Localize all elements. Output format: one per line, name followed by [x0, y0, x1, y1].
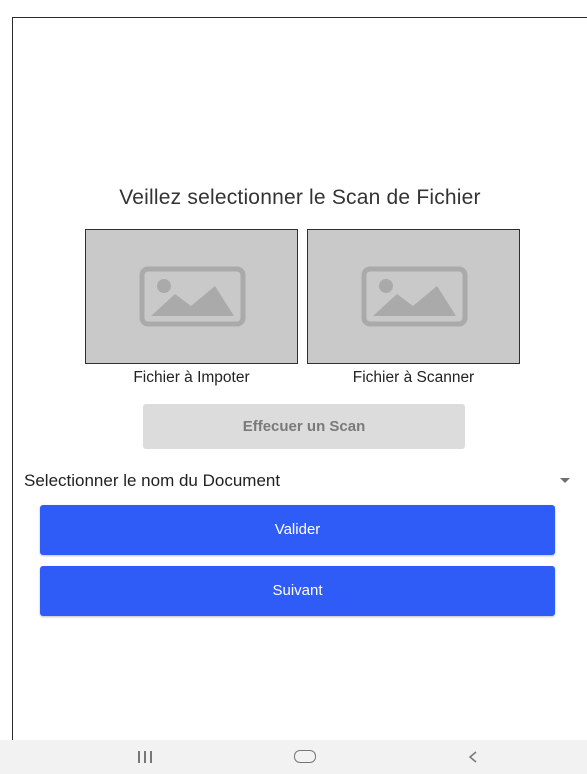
- document-name-select[interactable]: Selectionner le nom du Document: [24, 469, 574, 493]
- scan-file-tile[interactable]: [307, 229, 520, 364]
- frame-border-top: [12, 17, 587, 18]
- app-screen: Veillez selectionner le Scan de Fichier …: [0, 0, 587, 774]
- back-icon[interactable]: [465, 749, 481, 765]
- home-icon[interactable]: [294, 750, 316, 763]
- import-file-tile[interactable]: [85, 229, 298, 364]
- dropdown-arrow-icon: [560, 478, 570, 483]
- import-file-label: Fichier à Impoter: [133, 369, 250, 386]
- scan-file-label: Fichier à Scanner: [352, 369, 475, 386]
- document-name-select-value: Selectionner le nom du Document: [24, 471, 281, 490]
- frame-border-left: [12, 17, 13, 740]
- recent-apps-icon[interactable]: [135, 750, 155, 766]
- image-placeholder-icon: [361, 266, 468, 327]
- perform-scan-button[interactable]: Effecuer un Scan: [143, 404, 465, 449]
- next-button[interactable]: Suivant: [40, 566, 555, 616]
- validate-button[interactable]: Valider: [40, 505, 555, 555]
- system-navigation-bar: [0, 740, 587, 774]
- page-title: Veillez selectionner le Scan de Fichier: [119, 186, 481, 209]
- image-placeholder-icon: [139, 266, 246, 327]
